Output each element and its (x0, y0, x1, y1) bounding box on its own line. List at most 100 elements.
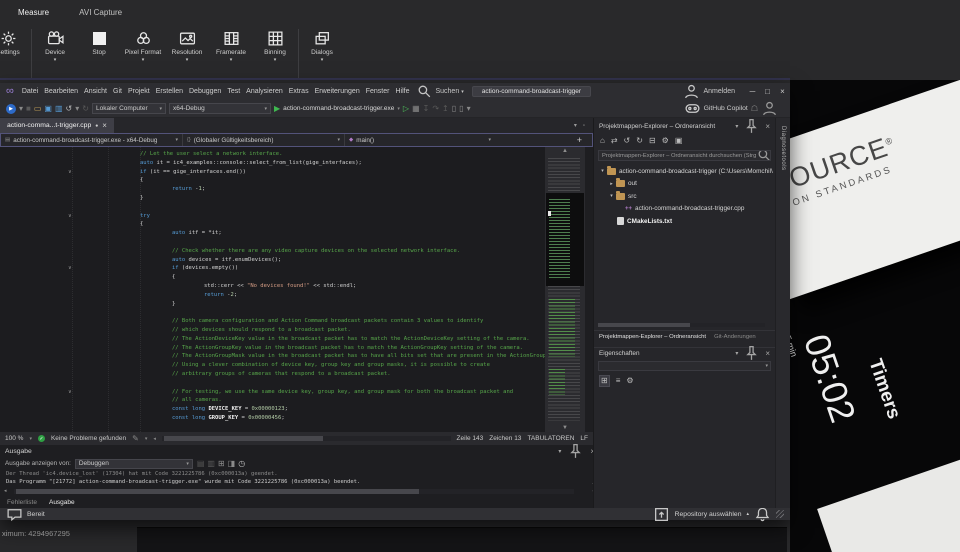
capture-button-gear[interactable]: Settings (0, 26, 30, 63)
properties-header[interactable]: Eigenschaften ▾ × (594, 347, 775, 359)
caret-down-icon[interactable]: ▾ (19, 104, 23, 114)
collapse-all-icon[interactable]: ⊟ (649, 136, 656, 146)
float-window-icon[interactable]: ▫ (583, 123, 585, 129)
scroll-left-icon[interactable]: ◂ (153, 434, 156, 444)
tabs-mode-indicator[interactable]: TABULATOREN (527, 435, 574, 442)
minimap-scrollbar[interactable]: ▲ ▼ (545, 147, 585, 432)
menu-datei[interactable]: Datei (19, 88, 41, 95)
notifications-bell-icon[interactable] (754, 506, 771, 523)
code-line[interactable]: // which devices should respond to a bro… (0, 326, 545, 335)
code-line[interactable] (0, 238, 545, 247)
zoom-level-dropdown[interactable]: 100 % (5, 435, 23, 442)
project-dropdown[interactable]: ▤ action-command-broadcast-trigger.exe -… (1, 134, 183, 146)
bookmark-icon[interactable]: ▯ (452, 104, 456, 114)
minimap-viewport[interactable] (546, 193, 584, 286)
scope-dropdown[interactable]: {} (Globaler Gültigkeitsbereich) ▾ (183, 134, 345, 146)
code-line[interactable]: // Check whether there are any video cap… (0, 247, 545, 256)
feedback-icon[interactable]: ☖ (751, 104, 758, 114)
menu-debuggen[interactable]: Debuggen (186, 88, 224, 95)
pin-icon[interactable] (567, 443, 584, 460)
capture-button-stop[interactable]: Stop (77, 26, 121, 63)
export-icon[interactable]: ◨ (228, 459, 236, 469)
close-button[interactable]: × (775, 87, 790, 96)
continue-icon[interactable]: ▶ (6, 104, 16, 114)
startup-item-label[interactable]: action-command-broadcast-trigger.exe (283, 105, 394, 112)
capture-button-frame[interactable]: Framerate▾ (209, 26, 253, 63)
caret-down-icon[interactable]: ▾ (75, 104, 79, 114)
code-line[interactable]: std::cerr << "No devices found!" << std:… (0, 282, 545, 291)
capture-tab-avi-capture[interactable]: AVI Capture (77, 7, 124, 18)
split-editor-icon[interactable]: + (577, 135, 592, 145)
tree-item[interactable]: ▸out (594, 178, 775, 191)
code-line[interactable]: // The ActionGroupKey value in the broad… (0, 344, 545, 353)
member-dropdown[interactable]: ◆ main() ▾ (345, 134, 495, 146)
clock-icon[interactable]: ◷ (238, 459, 245, 469)
menu-test[interactable]: Test (224, 88, 243, 95)
categorized-icon[interactable]: ⊞ (599, 375, 610, 387)
step-into-icon[interactable]: ↧ (423, 104, 430, 114)
tree-horizontal-scrollbar[interactable] (598, 323, 765, 327)
output-source-dropdown[interactable]: Debuggen▾ (75, 459, 193, 469)
code-line[interactable]: auto it = ic4_examples::console::select_… (0, 159, 545, 168)
switch-view-icon[interactable]: ⇄ (611, 136, 618, 146)
fold-marker-icon[interactable]: ∨ (68, 264, 72, 273)
code-line[interactable]: const long DEVICE_KEY = 0x00000123; (0, 405, 545, 414)
scroll-down-icon[interactable]: ▼ (545, 425, 585, 431)
preview-icon[interactable]: ▣ (675, 136, 683, 146)
code-line[interactable]: // The ActionDeviceKey value in the broa… (0, 335, 545, 344)
scrollbar-thumb[interactable] (164, 436, 323, 441)
horizontal-scrollbar[interactable] (162, 436, 451, 441)
scroll-up-icon[interactable]: ▲ (545, 148, 585, 154)
github-copilot-button[interactable]: GitHub Copilot ☖ (684, 100, 784, 117)
code-line[interactable]: // arbitrary groups of cameras that resp… (0, 370, 545, 379)
code-line[interactable]: } (0, 300, 545, 309)
undo-icon[interactable]: ↺ (624, 136, 631, 146)
undo-icon[interactable]: ↺ (66, 104, 73, 114)
code-line[interactable]: } (0, 194, 545, 203)
chevron-down-icon[interactable]: ▾ (735, 123, 738, 130)
close-tab-icon[interactable]: × (102, 121, 107, 130)
search-button[interactable]: Suchen ▾ (416, 83, 463, 100)
profiler-icon[interactable]: ▷ (403, 104, 409, 114)
pin-icon[interactable] (743, 118, 760, 135)
open-folder-icon[interactable]: ▭ (34, 104, 42, 114)
configuration-dropdown[interactable]: x64-Debug▾ (169, 103, 271, 114)
scroll-left-icon[interactable]: ◂ (4, 488, 7, 494)
properties-icon[interactable]: ⚙ (662, 136, 669, 146)
property-pages-icon[interactable]: ⚙ (626, 376, 633, 386)
menu-erweiterungen[interactable]: Erweiterungen (312, 88, 363, 95)
fold-marker-icon[interactable]: ∨ (68, 212, 72, 221)
person-icon[interactable] (761, 100, 778, 117)
chevron-down-icon[interactable]: ▾ (574, 122, 577, 129)
pin-icon[interactable] (743, 345, 760, 362)
dock-tab-ordneransicht[interactable]: Projektmappen-Explorer – Ordneransicht (599, 334, 706, 340)
save-icon[interactable]: ▣ (44, 104, 52, 114)
menu-erstellen[interactable]: Erstellen (153, 88, 186, 95)
code-line[interactable]: auto itf = *it; (0, 229, 545, 238)
menu-projekt[interactable]: Projekt (125, 88, 153, 95)
chevron-down-icon[interactable]: ▾ (735, 350, 738, 357)
tree-item[interactable]: ▾action-command-broadcast-trigger (C:\Us… (594, 165, 775, 178)
code-line[interactable]: { (0, 220, 545, 229)
tree-expander-icon[interactable]: ▸ (608, 181, 615, 187)
sign-in-button[interactable]: Anmelden (683, 83, 735, 100)
dock-tab-git[interactable]: Git-Änderungen (714, 334, 756, 340)
code-line[interactable]: ∨if (it == gige_interfaces.end()) (0, 168, 545, 177)
menu-bearbeiten[interactable]: Bearbeiten (41, 88, 81, 95)
select-repository-button[interactable]: Repository auswählen (675, 511, 742, 518)
fold-marker-icon[interactable]: ∨ (68, 388, 72, 397)
caret-down-icon[interactable]: ▾ (467, 104, 471, 114)
step-out-icon[interactable]: ↥ (442, 104, 449, 114)
capture-button-bin[interactable]: Binning▾ (253, 26, 297, 63)
capture-button-pixfmt[interactable]: Pixel Format▾ (121, 26, 165, 63)
menu-analysieren[interactable]: Analysieren (243, 88, 286, 95)
tree-item[interactable]: ▾src (594, 190, 775, 203)
tree-item[interactable]: CMakeLists.txt (594, 215, 775, 228)
tree-expander-icon[interactable]: ▾ (599, 168, 606, 174)
code-line[interactable]: // Both camera configuration and Action … (0, 317, 545, 326)
properties-object-dropdown[interactable]: ▾ (598, 361, 771, 371)
feedback-bubble-icon[interactable] (6, 506, 23, 523)
tree-item[interactable]: ++action-command-broadcast-trigger.cpp (594, 203, 775, 216)
home-icon[interactable]: ⌂ (600, 136, 605, 146)
diagnostics-tools-tab[interactable]: Diagnosetools (780, 126, 786, 171)
